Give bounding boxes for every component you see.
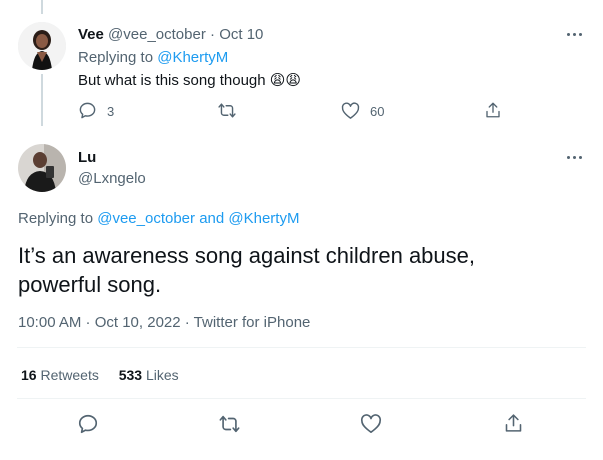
share-icon — [505, 414, 522, 432]
replying-to-label: Replying to — [18, 210, 94, 227]
divider — [17, 347, 586, 348]
author-name[interactable]: Vee — [78, 26, 104, 43]
likes-stat[interactable]: 533 Likes — [119, 367, 179, 383]
emoji-weary: 😩😩 — [269, 71, 302, 89]
replying-to-link[interactable]: @KhertyM — [157, 49, 228, 66]
tweet-text: It’s an awareness song against children … — [18, 241, 475, 299]
tweet-text-line-2: powerful song. — [18, 272, 162, 297]
reply-icon — [78, 414, 98, 434]
reply-button[interactable] — [77, 413, 99, 435]
dot-separator: · — [210, 26, 216, 43]
retweet-button[interactable] — [218, 413, 241, 435]
thread-line — [41, 74, 43, 126]
reply-button[interactable] — [78, 101, 97, 120]
retweet-icon — [218, 103, 236, 118]
retweet-button[interactable] — [217, 101, 237, 120]
share-button[interactable] — [503, 412, 524, 434]
tweet-meta[interactable]: 10:00 AM · Oct 10, 2022 · Twitter for iP… — [18, 314, 310, 331]
avatar-photo-icon — [18, 22, 66, 70]
likes-count: 533 — [118, 367, 143, 383]
like-button[interactable] — [360, 414, 382, 434]
tweet-date[interactable]: Oct 10 — [219, 26, 263, 43]
more-options-button[interactable] — [564, 149, 586, 165]
more-icon — [567, 33, 570, 36]
retweet-icon — [219, 415, 240, 433]
more-options-button[interactable] — [564, 26, 586, 42]
author-handle[interactable]: @vee_october — [108, 26, 206, 43]
avatar-photo-icon — [18, 144, 66, 192]
divider — [17, 398, 586, 399]
retweets-stat[interactable]: 16 Retweets — [21, 367, 103, 383]
share-icon — [486, 102, 500, 118]
replying-to-and: and — [199, 210, 225, 227]
retweets-label: Retweets — [40, 367, 99, 383]
tweet-text-line-1: It’s an awareness song against children … — [18, 243, 475, 268]
avatar[interactable] — [18, 144, 66, 192]
tweet-text: But what is this song though — [78, 72, 266, 89]
replying-to-label: Replying to — [78, 49, 154, 66]
author-handle[interactable]: @Lxngelo — [78, 170, 146, 187]
reply-icon — [79, 102, 96, 119]
like-icon — [360, 414, 382, 433]
likes-label: Likes — [145, 367, 179, 383]
retweets-count: 16 — [21, 367, 37, 383]
replying-to-link-2[interactable]: @KhertyM — [228, 210, 299, 227]
reply-count: 3 — [107, 104, 115, 119]
thread-line-top — [41, 0, 43, 14]
more-icon — [567, 156, 570, 159]
like-icon — [341, 102, 360, 119]
author-name[interactable]: Lu — [78, 149, 96, 166]
replying-to-link-1[interactable]: @vee_october — [97, 210, 195, 227]
like-button[interactable] — [341, 102, 360, 120]
like-count: 60 — [370, 104, 385, 119]
share-button[interactable] — [484, 100, 502, 120]
avatar[interactable] — [18, 22, 66, 70]
